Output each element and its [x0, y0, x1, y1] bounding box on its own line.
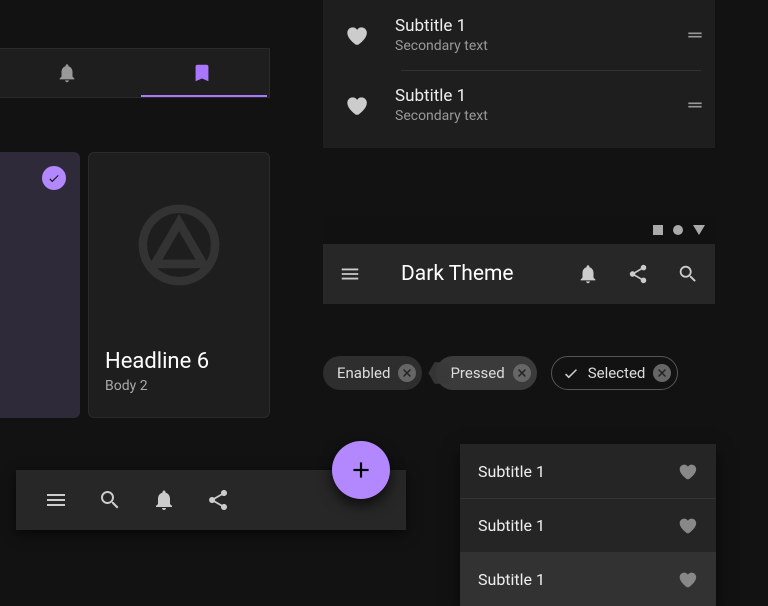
heart-icon	[343, 22, 369, 48]
card-selected[interactable]: 6	[0, 152, 80, 418]
card-headline: Headline 6	[105, 349, 253, 374]
chip-remove-icon[interactable]	[513, 364, 531, 382]
heart-icon[interactable]	[676, 568, 698, 590]
status-square-icon	[653, 225, 663, 235]
list-item[interactable]: Subtitle 1	[460, 444, 716, 498]
chip-pressed[interactable]: Pressed	[436, 356, 536, 390]
card-selected-headline: 6	[0, 348, 68, 376]
menu-icon[interactable]	[339, 263, 361, 285]
list-item[interactable]: Subtitle 1 Secondary text	[323, 0, 715, 70]
list-item-title: Subtitle 1	[478, 516, 545, 535]
drag-handle-icon[interactable]	[685, 95, 705, 115]
check-icon	[562, 364, 580, 382]
chip-label: Pressed	[450, 364, 504, 382]
check-badge	[42, 166, 66, 190]
share-icon[interactable]	[206, 488, 230, 512]
list-item[interactable]: Subtitle 1	[460, 498, 716, 552]
tab-bar	[0, 48, 270, 98]
chip-row: Enabled Pressed Selected	[323, 356, 678, 390]
chip-label: Selected	[588, 364, 646, 382]
drag-handle-icon[interactable]	[685, 25, 705, 45]
search-icon[interactable]	[98, 488, 122, 512]
tab-bookmarks[interactable]	[135, 49, 270, 97]
bell-icon[interactable]	[152, 488, 176, 512]
menu-icon[interactable]	[44, 488, 68, 512]
bell-icon	[56, 62, 78, 84]
status-bar	[323, 216, 715, 244]
chip-enabled[interactable]: Enabled	[323, 356, 422, 390]
card-normal[interactable]: Headline 6 Body 2	[88, 152, 270, 418]
bell-icon[interactable]	[577, 263, 599, 285]
tab-notifications[interactable]	[0, 49, 135, 97]
share-icon[interactable]	[627, 263, 649, 285]
chip-remove-icon[interactable]	[398, 364, 416, 382]
app-bar: Dark Theme	[323, 244, 715, 304]
list-item-title: Subtitle 1	[478, 570, 545, 589]
heart-icon[interactable]	[676, 460, 698, 482]
heart-icon	[343, 92, 369, 118]
chip-selected[interactable]: Selected	[551, 356, 679, 390]
material-logo-icon	[136, 202, 222, 288]
chip-remove-icon[interactable]	[653, 364, 671, 382]
search-icon[interactable]	[677, 263, 699, 285]
plus-icon	[348, 457, 374, 483]
list-item-title: Subtitle 1	[478, 462, 545, 481]
list-item-secondary: Secondary text	[395, 108, 659, 124]
list-simple: Subtitle 1 Subtitle 1 Subtitle 1	[460, 444, 716, 606]
list-item[interactable]: Subtitle 1 Secondary text	[323, 70, 715, 140]
chip-label: Enabled	[337, 364, 390, 382]
list-item-title: Subtitle 1	[395, 16, 659, 36]
list-item-secondary: Secondary text	[395, 38, 659, 54]
app-bar-title: Dark Theme	[401, 262, 549, 286]
list-with-secondary: Subtitle 1 Secondary text Subtitle 1 Sec…	[323, 0, 715, 148]
card-body: Body 2	[105, 378, 253, 394]
list-item[interactable]: Subtitle 1	[460, 552, 716, 606]
heart-icon[interactable]	[676, 514, 698, 536]
list-item-title: Subtitle 1	[395, 86, 659, 106]
status-triangle-icon	[693, 225, 705, 235]
fab-add[interactable]	[332, 441, 390, 499]
status-circle-icon	[673, 225, 683, 235]
bookmark-icon	[191, 62, 213, 84]
